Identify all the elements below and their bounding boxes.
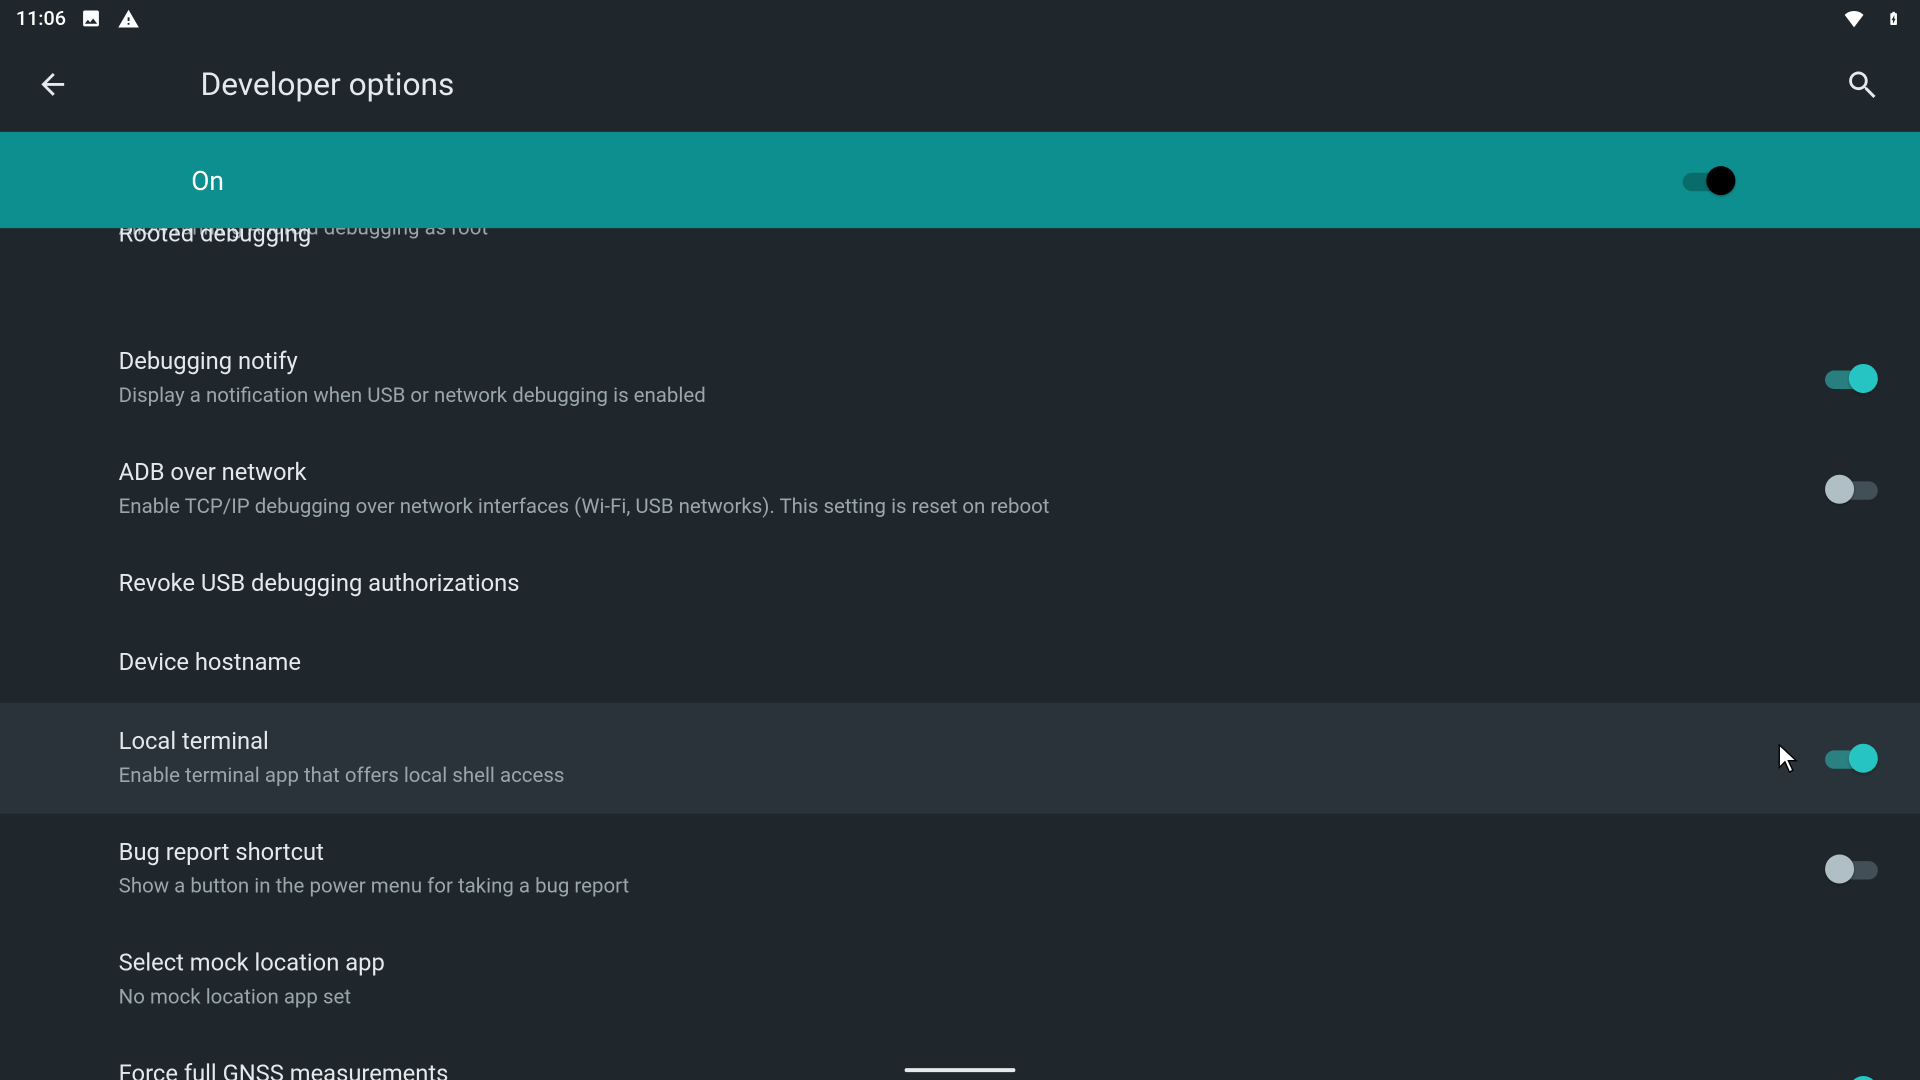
- back-button[interactable]: [26, 58, 79, 111]
- row-revoke-usb-auth[interactable]: Revoke USB debugging authorizations: [0, 545, 1920, 624]
- local-terminal-switch[interactable]: [1825, 744, 1878, 773]
- row-adb-over-network[interactable]: ADB over network Enable TCP/IP debugging…: [0, 434, 1920, 545]
- row-subtitle: Show a button in the power menu for taki…: [119, 873, 1799, 900]
- row-device-hostname[interactable]: Device hostname: [0, 624, 1920, 703]
- row-title: Revoke USB debugging authorizations: [119, 569, 1852, 599]
- row-rooted-debugging-title-partial: Rooted debugging: [119, 228, 312, 248]
- row-title: Debugging notify: [119, 348, 1799, 378]
- row-title: Bug report shortcut: [119, 839, 1799, 869]
- row-subtitle: Enable terminal app that offers local sh…: [119, 762, 1799, 789]
- master-toggle-switch[interactable]: [1683, 165, 1736, 194]
- bug-report-shortcut-switch[interactable]: [1825, 855, 1878, 884]
- row-title: Local terminal: [119, 728, 1799, 758]
- app-bar: Developer options: [0, 37, 1920, 132]
- master-toggle-label: On: [191, 164, 224, 196]
- page-title: Developer options: [200, 66, 454, 103]
- row-title: Device hostname: [119, 648, 1852, 678]
- row-subtitle: No mock location app set: [119, 983, 1852, 1010]
- row-title: ADB over network: [119, 459, 1799, 489]
- row-subtitle: Enable TCP/IP debugging over network int…: [119, 493, 1799, 520]
- row-subtitle: Allow running Android debugging as root: [119, 228, 1799, 241]
- settings-list: Rooted debugging Allow running Android d…: [0, 228, 1920, 1080]
- row-title: Select mock location app: [119, 950, 1852, 980]
- image-notification-icon: [79, 7, 103, 31]
- row-subtitle: Display a notification when USB or netwo…: [119, 382, 1799, 409]
- row-local-terminal[interactable]: Local terminal Enable terminal app that …: [0, 703, 1920, 814]
- adb-over-network-switch[interactable]: [1825, 475, 1878, 504]
- force-full-gnss-switch[interactable]: [1825, 1076, 1878, 1080]
- row-force-full-gnss[interactable]: Force full GNSS measurements Track all G…: [0, 1035, 1920, 1080]
- battery-charging-icon: [1880, 5, 1906, 31]
- row-bug-report-shortcut[interactable]: Bug report shortcut Show a button in the…: [0, 814, 1920, 925]
- row-debugging-notify[interactable]: Debugging notify Display a notification …: [0, 323, 1920, 434]
- warning-notification-icon: [116, 7, 140, 31]
- gesture-nav-handle[interactable]: [905, 1067, 1016, 1072]
- debugging-notify-switch[interactable]: [1825, 364, 1878, 393]
- search-icon: [1845, 67, 1879, 101]
- search-button[interactable]: [1836, 58, 1889, 111]
- status-bar: 11:06: [0, 0, 1920, 37]
- wifi-icon: [1841, 5, 1867, 31]
- status-clock: 11:06: [16, 7, 66, 31]
- developer-options-master-toggle-row[interactable]: On: [0, 132, 1920, 228]
- row-select-mock-location[interactable]: Select mock location app No mock locatio…: [0, 924, 1920, 1035]
- arrow-back-icon: [36, 67, 70, 101]
